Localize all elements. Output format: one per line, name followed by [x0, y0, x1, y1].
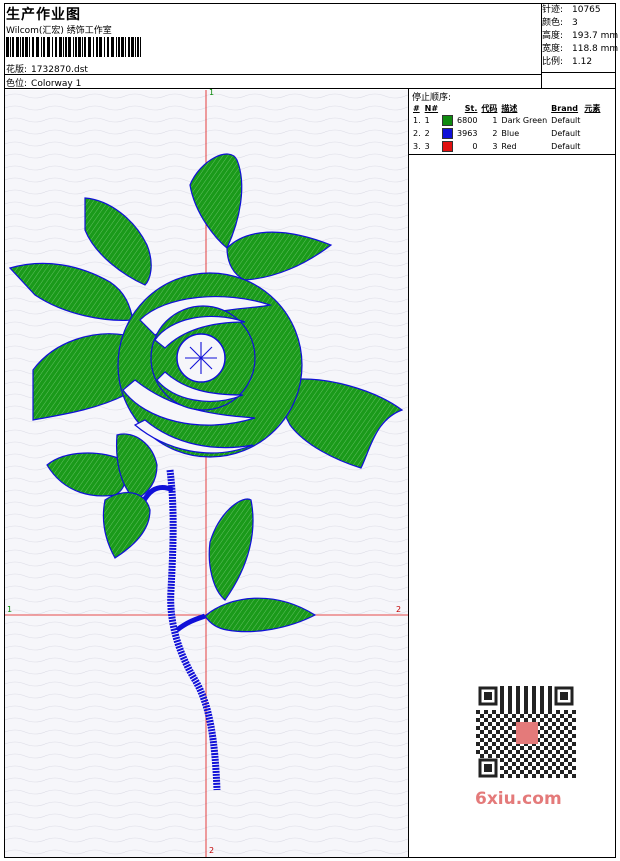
table-row[interactable]: 3. 3 0 3 Red Default	[411, 140, 602, 153]
stat-value: 3	[572, 18, 578, 28]
needle-number: 3	[424, 142, 430, 151]
axis-label-bottom: 2	[209, 846, 215, 855]
col-header: Brand	[551, 103, 579, 113]
stat-width: 宽度: 118.8 mm	[542, 43, 618, 56]
axis-label-right: 2	[396, 605, 402, 614]
color-description: Red	[501, 142, 517, 151]
needle-number: 1	[424, 116, 430, 125]
qr-logo	[516, 722, 538, 744]
stitch-count: 6800	[457, 116, 478, 125]
thread-brand: Default	[551, 129, 581, 138]
color-swatch	[442, 128, 454, 139]
stat-label: 针迹:	[542, 5, 564, 15]
row-index: 3.	[413, 142, 421, 151]
embroidery-design	[5, 90, 408, 857]
thread-brand: Default	[551, 116, 581, 125]
stat-colors: 颜色: 3	[542, 17, 618, 30]
colorway-name: Colorway 1	[31, 79, 82, 89]
row-index: 1.	[413, 116, 421, 125]
color-swatch-cell	[440, 114, 455, 127]
meta-divider	[4, 74, 541, 75]
stat-label: 比例:	[542, 57, 564, 67]
col-header: 描述	[501, 103, 518, 113]
panel-divider	[408, 88, 409, 858]
table-row[interactable]: 2. 2 3963 2 Blue Default	[411, 127, 602, 140]
barcode	[6, 37, 141, 57]
color-swatch-cell	[440, 140, 455, 153]
stat-scale: 比例: 1.12	[542, 56, 618, 69]
element	[582, 127, 602, 140]
color-swatch-cell	[440, 127, 455, 140]
design-preview[interactable]: 1 2 1 2	[5, 88, 408, 857]
needle-number: 2	[424, 129, 430, 138]
col-header: #	[413, 103, 420, 113]
axis-label-left: 1	[7, 605, 13, 614]
axis-label-top: 1	[209, 88, 215, 97]
element	[582, 140, 602, 153]
col-header: St.	[464, 103, 478, 113]
row-index: 2.	[413, 129, 421, 138]
colorway-row: 色位: Colorway 1	[6, 76, 81, 89]
col-header: 元素	[584, 103, 601, 113]
page-title: 生产作业图	[6, 7, 81, 23]
color-swatch	[442, 115, 454, 126]
studio-name: Wilcom(汇宏) 绣饰工作室	[6, 26, 112, 36]
color-description: Dark Green	[501, 116, 548, 125]
color-code: 1	[492, 116, 498, 125]
color-code: 3	[492, 142, 498, 151]
col-header	[440, 102, 455, 114]
color-description: Blue	[501, 129, 520, 138]
stat-value: 193.7 mm	[572, 31, 619, 41]
stitch-count: 3963	[457, 129, 478, 138]
watermark: 6xiu.com	[475, 789, 562, 809]
color-swatch	[442, 141, 454, 152]
stat-label: 高度:	[542, 31, 564, 41]
table-row[interactable]: 1. 1 6800 1 Dark Green Default	[411, 114, 602, 127]
thread-brand: Default	[551, 142, 581, 151]
element	[582, 114, 602, 127]
color-code: 2	[492, 129, 498, 138]
col-header: N#	[424, 103, 439, 113]
stitch-count: 0	[472, 142, 478, 151]
stop-sequence-table: # N# St. 代码 描述 Brand 元素 1. 1 6800 1 Dark…	[411, 102, 602, 153]
stat-label: 宽度:	[542, 44, 564, 54]
header-divider	[4, 88, 616, 89]
design-stats: 针迹: 10765 颜色: 3 高度: 193.7 mm 宽度: 118.8 mm 比例…	[542, 4, 618, 69]
col-header: 代码	[481, 103, 498, 113]
stat-value: 10765	[572, 5, 601, 15]
stat-stitches: 针迹: 10765	[542, 4, 618, 17]
stat-height: 高度: 193.7 mm	[542, 30, 618, 43]
stat-label: 颜色:	[542, 18, 564, 28]
qr-code	[472, 682, 580, 782]
table-header-row: # N# St. 代码 描述 Brand 元素	[411, 102, 602, 114]
stat-value: 118.8 mm	[572, 44, 619, 54]
stat-value: 1.12	[572, 57, 593, 67]
stats-bottom-divider	[541, 72, 616, 73]
colorway-label: 色位:	[6, 79, 28, 89]
